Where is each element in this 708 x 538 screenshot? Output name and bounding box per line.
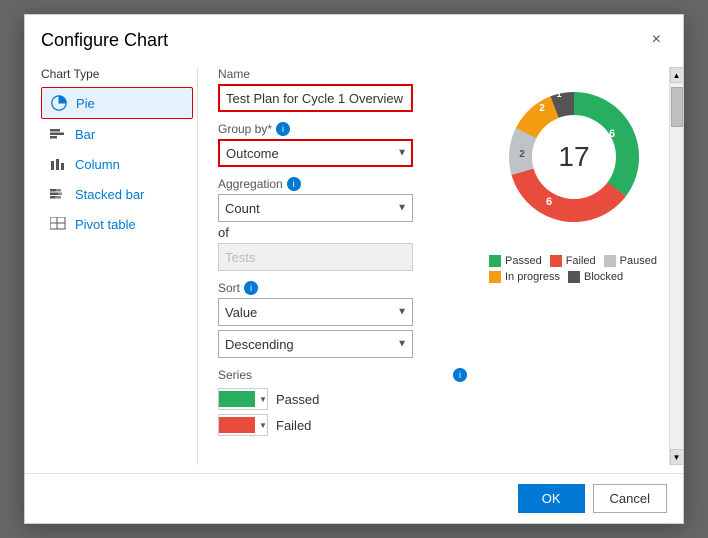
ok-button[interactable]: OK: [518, 484, 585, 513]
legend-inprogress: In progress: [489, 271, 560, 283]
sort-info-icon[interactable]: i: [244, 281, 258, 295]
svg-text:2: 2: [519, 149, 525, 160]
legend-blocked-label: Blocked: [584, 271, 623, 283]
series-item-failed: ▼ Failed: [218, 414, 467, 436]
group-by-label: Group by* i: [218, 122, 467, 136]
stacked-bar-icon: [49, 185, 67, 203]
scroll-down-button[interactable]: ▼: [670, 449, 684, 465]
dialog-title: Configure Chart: [41, 30, 168, 51]
group-by-select[interactable]: Outcome: [218, 139, 413, 167]
sort-field-group: Sort i Value ▼ Descending ▼: [218, 281, 467, 358]
passed-dropdown-icon: ▼: [259, 395, 267, 404]
chart-type-pivot[interactable]: Pivot table: [41, 209, 193, 239]
aggregation-select[interactable]: Count: [218, 194, 413, 222]
scroll-up-button[interactable]: ▲: [670, 67, 684, 83]
series-label: Series: [218, 368, 252, 382]
configure-chart-dialog: Configure Chart × Chart Type Pie: [24, 14, 684, 524]
chart-type-panel: Chart Type Pie: [25, 67, 193, 465]
pie-icon: [50, 94, 68, 112]
legend-blocked-color: [568, 271, 580, 283]
series-name-passed: Passed: [276, 392, 319, 407]
svg-text:6: 6: [609, 128, 615, 140]
failed-swatch: [219, 417, 255, 433]
legend-passed: Passed: [489, 255, 542, 267]
svg-text:2: 2: [539, 103, 545, 114]
chart-type-stacked-bar[interactable]: Stacked bar: [41, 179, 193, 209]
sort-direction-select[interactable]: Descending: [218, 330, 413, 358]
series-item-passed: ▼ Passed: [218, 388, 467, 410]
legend-failed: Failed: [550, 255, 596, 267]
legend-paused-color: [604, 255, 616, 267]
aggregation-field-group: Aggregation i Count ▼ of Tests: [218, 177, 467, 271]
aggregation-select-wrapper: Count ▼: [218, 194, 413, 222]
cancel-button[interactable]: Cancel: [593, 484, 667, 513]
pivot-icon: [49, 215, 67, 233]
dialog-footer: OK Cancel: [25, 473, 683, 523]
dialog-header: Configure Chart ×: [25, 15, 683, 59]
close-button[interactable]: ×: [646, 29, 667, 51]
chart-type-pie[interactable]: Pie: [41, 87, 193, 119]
legend-passed-color: [489, 255, 501, 267]
column-icon: [49, 155, 67, 173]
sort-direction-select-wrapper: Descending ▼: [218, 330, 413, 358]
passed-swatch: [219, 391, 255, 407]
donut-center-value: 17: [558, 141, 589, 173]
of-text: of: [218, 225, 467, 240]
donut-chart: 6 6 2 2 1 17: [494, 77, 654, 237]
of-placeholder: Tests: [225, 250, 255, 265]
legend-inprogress-label: In progress: [505, 271, 560, 283]
series-section: Series i ▼ Passed ▼ Failed: [218, 368, 467, 436]
series-name-failed: Failed: [276, 418, 311, 433]
aggregation-info-icon[interactable]: i: [287, 177, 301, 191]
pie-label: Pie: [76, 96, 95, 111]
sort-value-select[interactable]: Value: [218, 298, 413, 326]
chart-type-column[interactable]: Column: [41, 149, 193, 179]
series-color-passed[interactable]: ▼: [218, 388, 268, 410]
legend-paused-label: Paused: [620, 255, 657, 267]
stacked-bar-label: Stacked bar: [75, 187, 144, 202]
scrollbar: ▲ ▼: [669, 67, 683, 465]
legend-inprogress-color: [489, 271, 501, 283]
preview-panel: 6 6 2 2 1 17 Passed Failed: [479, 67, 669, 465]
name-input[interactable]: Test Plan for Cycle 1 Overview: [218, 84, 413, 112]
chart-type-list: Pie Bar: [41, 87, 193, 239]
legend-passed-label: Passed: [505, 255, 542, 267]
svg-text:1: 1: [556, 89, 561, 99]
column-label: Column: [75, 157, 120, 172]
legend-failed-color: [550, 255, 562, 267]
of-field: Tests: [218, 243, 413, 271]
sort-label: Sort i: [218, 281, 467, 295]
legend-paused: Paused: [604, 255, 657, 267]
name-field-group: Name Test Plan for Cycle 1 Overview: [218, 67, 467, 112]
dialog-body: Chart Type Pie: [25, 59, 683, 465]
chart-type-label: Chart Type: [41, 67, 193, 81]
divider-vertical: [197, 67, 198, 465]
name-label: Name: [218, 67, 467, 81]
aggregation-label: Aggregation i: [218, 177, 467, 191]
legend-blocked: Blocked: [568, 271, 623, 283]
group-by-field-group: Group by* i Outcome ▼: [218, 122, 467, 167]
series-color-failed[interactable]: ▼: [218, 414, 268, 436]
group-by-info-icon[interactable]: i: [276, 122, 290, 136]
group-by-select-wrapper: Outcome ▼: [218, 139, 413, 167]
bar-label: Bar: [75, 127, 95, 142]
scroll-thumb[interactable]: [671, 87, 683, 127]
pivot-label: Pivot table: [75, 217, 136, 232]
svg-text:6: 6: [546, 196, 552, 208]
chart-type-bar[interactable]: Bar: [41, 119, 193, 149]
series-info-icon[interactable]: i: [453, 368, 467, 382]
series-header: Series i: [218, 368, 467, 382]
legend-failed-label: Failed: [566, 255, 596, 267]
sort-value-select-wrapper: Value ▼: [218, 298, 413, 326]
failed-dropdown-icon: ▼: [259, 421, 267, 430]
chart-legend: Passed Failed Paused In progress Blocked: [489, 255, 659, 283]
bar-icon: [49, 125, 67, 143]
config-panel: Name Test Plan for Cycle 1 Overview Grou…: [202, 67, 479, 465]
